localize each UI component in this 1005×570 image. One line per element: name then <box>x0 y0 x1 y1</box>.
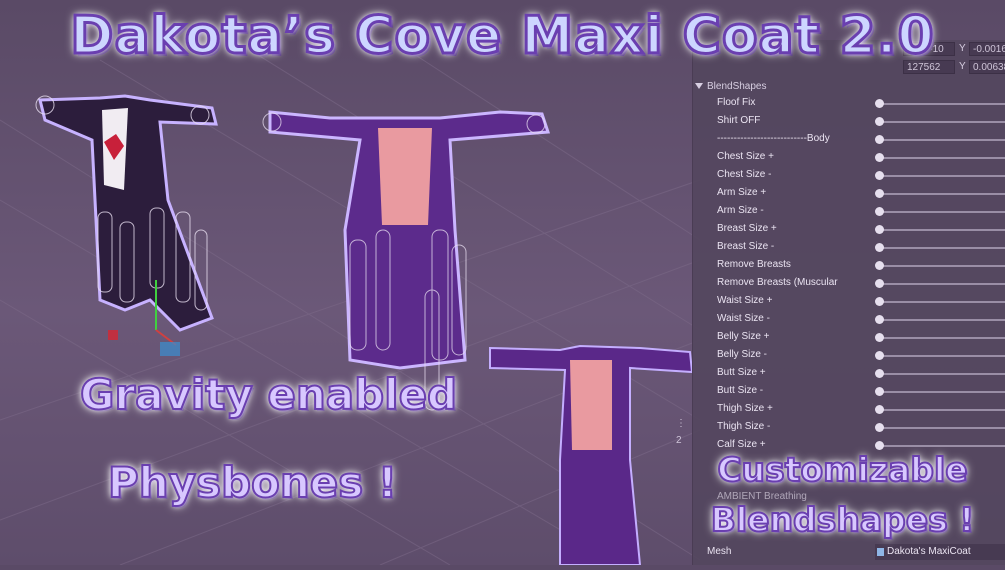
blendshape-slider-track[interactable] <box>879 373 1005 375</box>
blendshape-slider-track[interactable] <box>879 301 1005 303</box>
caption-right-line1: Customizable <box>716 449 968 490</box>
blendshape-row: Chest Size - <box>693 167 1005 185</box>
blendshape-slider-handle[interactable] <box>875 117 884 126</box>
blendshape-row: Arm Size - <box>693 203 1005 221</box>
blendshape-slider-track[interactable] <box>879 319 1005 321</box>
blendshape-slider-handle[interactable] <box>875 189 884 198</box>
more-options-icon[interactable]: ⋮ <box>676 418 690 429</box>
blendshape-label: Shirt OFF <box>717 115 761 126</box>
blendshape-slider-handle[interactable] <box>875 405 884 414</box>
blendshape-slider-handle[interactable] <box>875 171 884 180</box>
blendshape-slider-handle[interactable] <box>875 207 884 216</box>
blendshape-slider-handle[interactable] <box>875 153 884 162</box>
blendshape-row: Butt Size + <box>693 365 1005 383</box>
blendshape-label: Butt Size + <box>717 367 766 378</box>
blendshape-row: Thigh Size - <box>693 419 1005 437</box>
blendshape-row: Waist Size + <box>693 293 1005 311</box>
blendshape-slider-handle[interactable] <box>875 297 884 306</box>
blendshape-row: Breast Size - <box>693 239 1005 257</box>
blendshape-slider-handle[interactable] <box>875 225 884 234</box>
blendshape-slider-handle[interactable] <box>875 423 884 432</box>
mesh-row: Mesh Dakota's MaxiCoat <box>693 543 1005 561</box>
blendshape-row: Belly Size + <box>693 329 1005 347</box>
blendshape-slider-track[interactable] <box>879 283 1005 285</box>
blendshape-slider-handle[interactable] <box>875 369 884 378</box>
blendshape-slider-track[interactable] <box>879 193 1005 195</box>
blendshape-label: Breast Size + <box>717 223 777 234</box>
blendshape-slider-handle[interactable] <box>875 243 884 252</box>
blendshape-slider-track[interactable] <box>879 427 1005 429</box>
blendshape-slider-track[interactable] <box>879 121 1005 123</box>
blendshape-slider-handle[interactable] <box>875 279 884 288</box>
toolbar-count: 2 <box>676 435 682 446</box>
blendshape-label: Arm Size - <box>717 205 764 216</box>
blendshape-slider-track[interactable] <box>879 139 1005 141</box>
blendshape-label: Chest Size + <box>717 151 774 162</box>
mesh-value-text: Dakota's MaxiCoat <box>887 546 971 557</box>
blendshape-label: Waist Size + <box>717 295 773 306</box>
blendshape-label: Thigh Size - <box>717 421 771 432</box>
blendshape-label: Remove Breasts <box>717 259 791 270</box>
blendshape-slider-track[interactable] <box>879 337 1005 339</box>
blendshape-label: Floof Fix <box>717 97 756 108</box>
blendshapes-header-label: BlendShapes <box>707 81 767 92</box>
blendshape-slider-track[interactable] <box>879 103 1005 105</box>
blendshape-label: Thigh Size + <box>717 403 773 414</box>
blendshapes-foldout[interactable]: BlendShapes <box>695 81 767 92</box>
blendshape-slider-track[interactable] <box>879 247 1005 249</box>
blendshape-slider-track[interactable] <box>879 355 1005 357</box>
blendshape-row: Belly Size - <box>693 347 1005 365</box>
blendshape-label: Butt Size - <box>717 385 764 396</box>
blendshape-row: Butt Size - <box>693 383 1005 401</box>
blendshape-slider-track[interactable] <box>879 265 1005 267</box>
blendshape-label: Breast Size - <box>717 241 775 252</box>
blendshape-label: Belly Size - <box>717 349 768 360</box>
page-title: Dakota’s Cove Maxi Coat 2.0 <box>69 5 935 68</box>
blendshape-row: Remove Breasts (Muscular <box>693 275 1005 293</box>
blendshape-slider-handle[interactable] <box>875 333 884 342</box>
caption-left-line2: Physbones ! <box>107 457 398 508</box>
mesh-label: Mesh <box>707 546 732 557</box>
blendshape-slider-track[interactable] <box>879 211 1005 213</box>
blendshape-slider-handle[interactable] <box>875 387 884 396</box>
blendshape-slider-handle[interactable] <box>875 135 884 144</box>
blendshape-row: Chest Size + <box>693 149 1005 167</box>
blendshape-row: Floof Fix <box>693 95 1005 113</box>
side-toolbar[interactable]: ⋮ 2 <box>676 418 690 458</box>
blendshape-row: Breast Size + <box>693 221 1005 239</box>
blendshape-label: Arm Size + <box>717 187 767 198</box>
left-coat-model <box>35 94 218 356</box>
mesh-object-field[interactable]: Dakota's MaxiCoat <box>875 544 1005 560</box>
chevron-down-icon <box>695 83 703 90</box>
blendshape-row: Waist Size - <box>693 311 1005 329</box>
blendshape-slider-handle[interactable] <box>875 315 884 324</box>
blendshape-slider-track[interactable] <box>879 391 1005 393</box>
blendshape-slider-handle[interactable] <box>875 441 884 450</box>
blendshape-slider-handle[interactable] <box>875 99 884 108</box>
blendshape-slider-track[interactable] <box>879 175 1005 177</box>
blendshape-slider-track[interactable] <box>879 445 1005 447</box>
blendshape-slider-track[interactable] <box>879 409 1005 411</box>
blendshape-label: Chest Size - <box>717 169 772 180</box>
bottom-coat-model <box>489 344 694 566</box>
blendshape-label: Remove Breasts (Muscular <box>717 277 838 288</box>
caption-right-line2: Blendshapes ! <box>710 499 976 540</box>
blendshape-row: ---------------------------Body <box>693 131 1005 149</box>
blendshape-row: Shirt OFF <box>693 113 1005 131</box>
blendshape-slider-track[interactable] <box>879 157 1005 159</box>
blendshape-label: Calf Size + <box>717 439 766 450</box>
blendshape-label: ---------------------------Body <box>717 133 830 144</box>
blendshape-slider-track[interactable] <box>879 229 1005 231</box>
blendshape-row: Remove Breasts <box>693 257 1005 275</box>
blendshape-slider-handle[interactable] <box>875 351 884 360</box>
blendshape-row: Arm Size + <box>693 185 1005 203</box>
blendshape-label: Belly Size + <box>717 331 770 342</box>
blendshape-row: Thigh Size + <box>693 401 1005 419</box>
blendshape-label: Waist Size - <box>717 313 770 324</box>
mesh-asset-icon <box>877 548 884 556</box>
caption-left-line1: Gravity enabled <box>79 369 458 420</box>
blendshape-slider-handle[interactable] <box>875 261 884 270</box>
